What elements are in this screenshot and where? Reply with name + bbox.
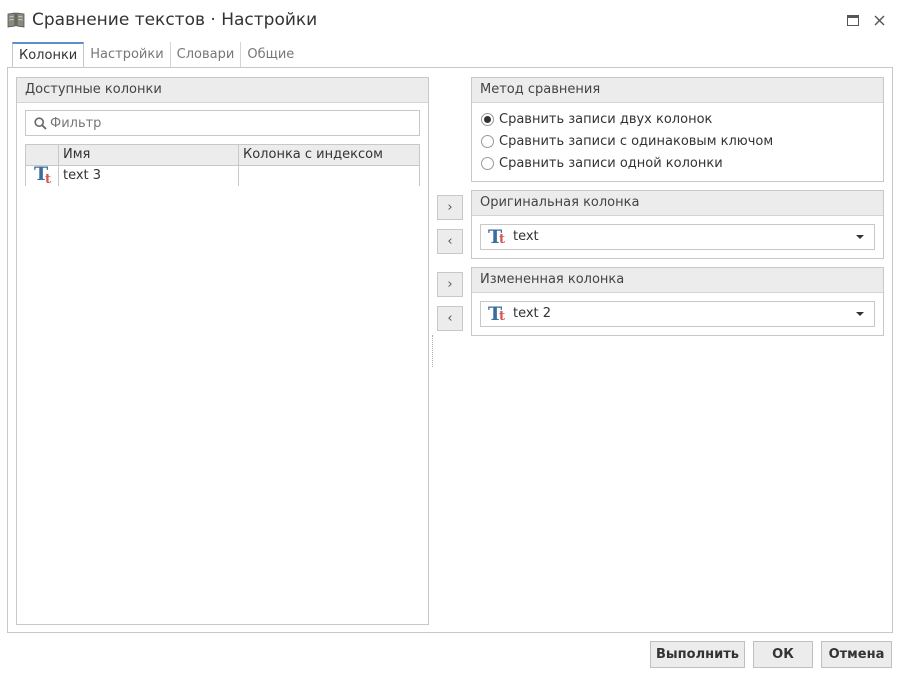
method-option-one-column[interactable]: Сравнить записи одной колонки xyxy=(481,153,723,173)
method-option-label: Сравнить записи с одинаковым ключом xyxy=(499,133,774,149)
comparison-method-header: Метод сравнения xyxy=(472,78,883,103)
original-column-select[interactable]: T t text xyxy=(480,224,875,250)
table-header-icon-col xyxy=(26,145,59,165)
original-column-value: text xyxy=(513,229,539,244)
chevron-left-icon: ‹ xyxy=(447,234,453,249)
maximize-button[interactable] xyxy=(845,12,861,28)
original-column-panel: Оригинальная колонка T t text xyxy=(471,190,884,259)
remove-from-original-button[interactable]: ‹ xyxy=(437,229,463,254)
filter-input[interactable] xyxy=(50,114,410,132)
text-type-icon: T t xyxy=(488,303,506,325)
available-columns-header: Доступные колонки xyxy=(17,78,428,103)
tab-general[interactable]: Общие xyxy=(241,42,300,68)
chevron-down-icon xyxy=(856,312,864,316)
table-cell-name: text 3 xyxy=(59,166,239,186)
chevron-down-icon xyxy=(856,235,864,239)
method-option-same-key[interactable]: Сравнить записи с одинаковым ключом xyxy=(481,131,773,151)
modified-column-value: text 2 xyxy=(513,306,552,321)
tab-dictionaries[interactable]: Словари xyxy=(171,42,242,68)
table-header-row: Имя Колонка с индексом xyxy=(26,145,419,166)
radio-button[interactable] xyxy=(481,156,494,170)
modified-column-select[interactable]: T t text 2 xyxy=(480,301,875,327)
search-icon xyxy=(34,117,47,130)
panel-splitter[interactable] xyxy=(432,335,434,367)
cancel-button[interactable]: Отмена xyxy=(821,641,892,668)
radio-button[interactable] xyxy=(481,134,494,148)
method-option-label: Сравнить записи одной колонки xyxy=(499,155,723,171)
run-button[interactable]: Выполнить xyxy=(650,641,745,668)
window-title: Сравнение текстов · Настройки xyxy=(32,10,318,30)
move-to-modified-button[interactable]: › xyxy=(437,272,463,297)
filter-field[interactable] xyxy=(25,110,420,136)
ok-button[interactable]: ОК xyxy=(753,641,813,668)
close-icon xyxy=(874,15,884,25)
chevron-left-icon: ‹ xyxy=(447,311,453,326)
text-type-icon: T t xyxy=(34,166,52,186)
tab-settings[interactable]: Настройки xyxy=(84,42,171,68)
table-cell-icon: T t xyxy=(26,166,59,186)
title-bar: Сравнение текстов · Настройки xyxy=(0,0,900,42)
chevron-right-icon: › xyxy=(447,200,453,215)
comparison-method-panel: Метод сравнения Сравнить записи двух кол… xyxy=(471,77,884,182)
close-button[interactable] xyxy=(871,12,887,28)
modified-column-header: Измененная колонка xyxy=(472,268,883,293)
table-row[interactable]: T t text 3 xyxy=(26,166,419,186)
book-icon xyxy=(7,12,25,28)
method-option-two-columns[interactable]: Сравнить записи двух колонок xyxy=(481,109,712,129)
chevron-right-icon: › xyxy=(447,277,453,292)
maximize-icon xyxy=(847,14,859,26)
columns-table: Имя Колонка с индексом T t text 3 xyxy=(25,144,420,186)
table-header-name[interactable]: Имя xyxy=(59,145,239,165)
tab-columns[interactable]: Колонки xyxy=(12,42,85,69)
remove-from-modified-button[interactable]: ‹ xyxy=(437,306,463,331)
method-option-label: Сравнить записи двух колонок xyxy=(499,111,713,127)
radio-button[interactable] xyxy=(481,112,494,126)
original-column-header: Оригинальная колонка xyxy=(472,191,883,216)
tab-bar: Колонки Настройки Словари Общие xyxy=(12,42,300,69)
table-cell-index-column xyxy=(239,166,419,186)
move-to-original-button[interactable]: › xyxy=(437,195,463,220)
text-type-icon: T t xyxy=(488,226,506,248)
table-header-index-column[interactable]: Колонка с индексом xyxy=(239,145,419,165)
modified-column-panel: Измененная колонка T t text 2 xyxy=(471,267,884,336)
